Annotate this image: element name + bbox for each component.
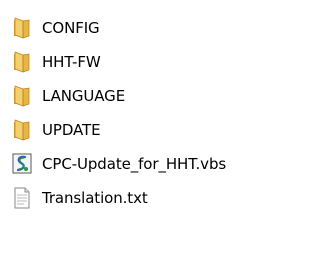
- folder-item-update[interactable]: UPDATE: [12, 113, 226, 147]
- file-name: CPC-Update_for_HHT.vbs: [42, 155, 227, 173]
- file-item-cpc-update-vbs[interactable]: CPC-Update_for_HHT.vbs: [12, 147, 226, 181]
- file-name: UPDATE: [42, 121, 101, 139]
- folder-item-hht-fw[interactable]: HHT-FW: [12, 45, 226, 79]
- file-name: Translation.txt: [42, 189, 148, 207]
- folder-icon: [12, 17, 32, 39]
- folder-item-language[interactable]: LANGUAGE: [12, 79, 226, 113]
- text-file-icon: [12, 187, 32, 209]
- file-name: HHT-FW: [42, 53, 101, 71]
- file-name: LANGUAGE: [42, 87, 126, 105]
- folder-icon: [12, 85, 32, 107]
- file-name: CONFIG: [42, 19, 100, 37]
- folder-icon: [12, 51, 32, 73]
- vbs-script-icon: [12, 153, 32, 175]
- file-list: CONFIG HHT-FW LANGUAGE UPDATE CPC-Update…: [12, 11, 226, 215]
- file-item-translation-txt[interactable]: Translation.txt: [12, 181, 226, 215]
- folder-item-config[interactable]: CONFIG: [12, 11, 226, 45]
- folder-icon: [12, 119, 32, 141]
